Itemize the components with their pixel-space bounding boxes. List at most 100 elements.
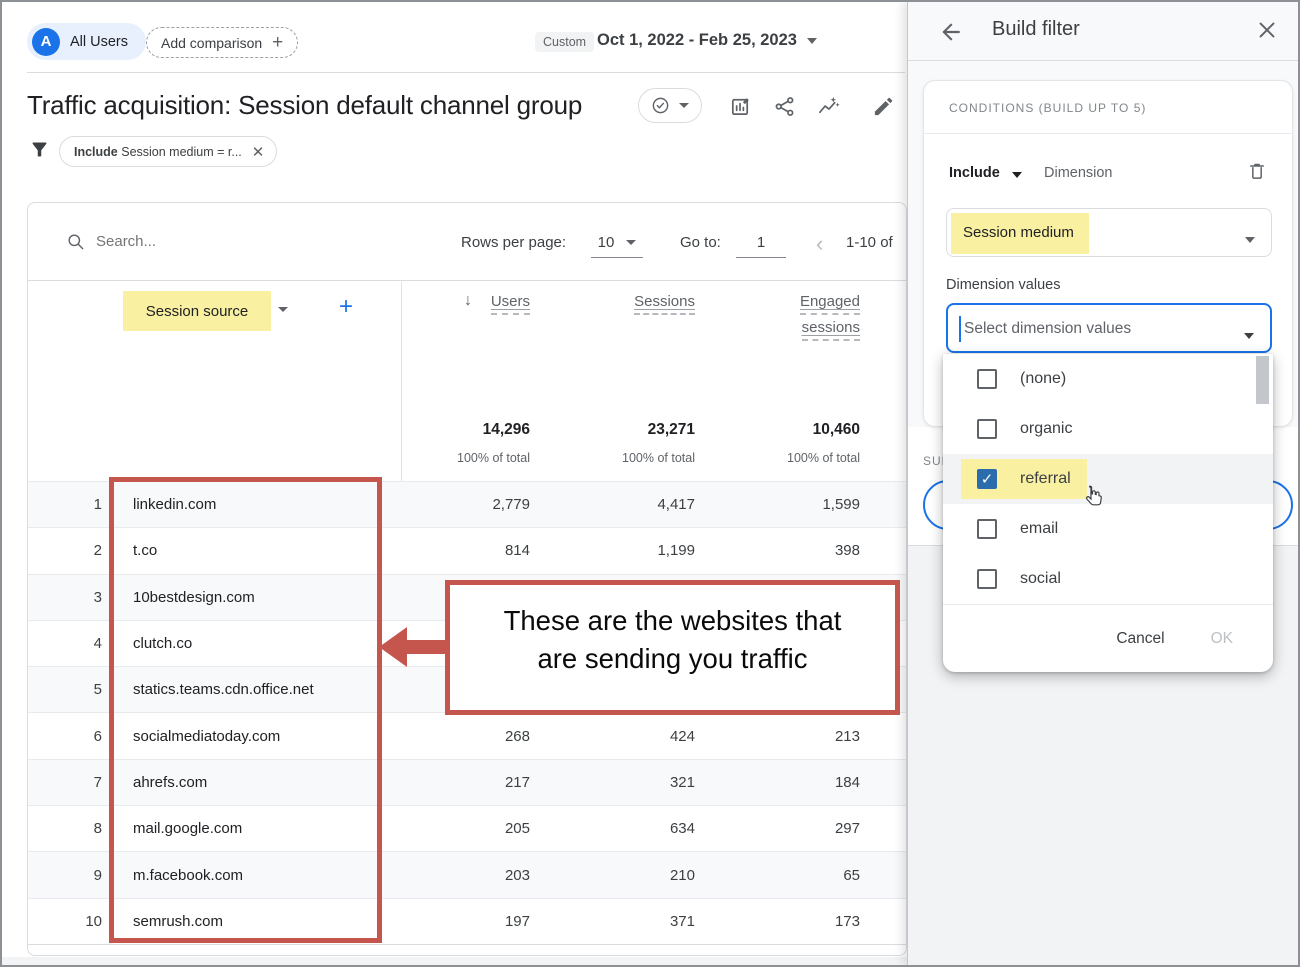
date-range-label: Oct 1, 2022 - Feb 25, 2023 [597,31,797,50]
option-row-social[interactable]: social [943,554,1273,604]
option-row-none[interactable]: (none) [943,354,1273,404]
sessions-cell: 4,417 [530,496,695,513]
conditions-header: CONDITIONS (BUILD UP TO 5) [949,101,1146,115]
ok-button[interactable]: OK [1211,630,1233,648]
cancel-button[interactable]: Cancel [1116,630,1164,648]
annotation-arrow [405,640,447,654]
column-caret-icon[interactable] [278,307,288,312]
prev-page-icon[interactable]: ‹ [816,231,823,257]
app-window: A All Users Add comparison + Custom Oct … [0,0,1300,967]
text-cursor [959,316,961,342]
delete-condition-button[interactable] [1247,161,1267,186]
caret-down-icon [1245,237,1255,243]
option-row-organic[interactable]: organic [943,404,1273,454]
option-checkbox[interactable] [977,469,997,489]
option-checkbox[interactable] [977,569,997,589]
row-number: 5 [28,681,110,698]
table-row[interactable]: 10semrush.com197371173 [28,898,907,944]
page-background [2,957,907,965]
option-label: (none) [1020,370,1066,388]
option-row-email[interactable]: email [943,504,1273,554]
dimension-select[interactable]: Session medium [946,208,1272,257]
dimension-label: Dimension [1044,165,1113,181]
table-row[interactable]: 8mail.google.com205634297 [28,805,907,851]
row-number: 8 [28,820,110,837]
pencil-icon [872,95,895,118]
column-header-word: sessions [802,319,860,341]
dropdown-options: (none) organic referral email social [943,354,1273,604]
close-button[interactable] [1256,19,1278,46]
check-circle-icon [651,96,670,115]
dimension-values-input[interactable]: Select dimension values [946,303,1272,353]
sessions-cell: 424 [530,728,695,745]
include-select[interactable]: Include [949,165,1000,181]
filter-chip-close-icon[interactable]: ✕ [252,143,265,161]
rows-per-page-label: Rows per page: [461,234,566,251]
date-range-picker[interactable]: Oct 1, 2022 - Feb 25, 2023 [597,31,817,50]
users-cell: 814 [401,542,530,559]
rows-per-page-select[interactable]: 10 [591,234,643,258]
row-number: 9 [28,867,110,884]
table-row[interactable]: 7ahrefs.com217321184 [28,759,907,805]
option-checkbox[interactable] [977,419,997,439]
share-icon-button[interactable] [771,93,797,119]
add-comparison-label: Add comparison [161,35,262,51]
edit-icon-button[interactable] [870,93,896,119]
users-cell: 268 [401,728,530,745]
scrollbar-thumb[interactable] [1256,356,1269,404]
add-comparison-button[interactable]: Add comparison + [146,27,298,58]
table-row[interactable]: 6socialmediatoday.com268424213 [28,712,907,758]
option-label: social [1020,570,1061,588]
annotation-arrow-head [379,627,407,667]
session-source-cell: 10bestdesign.com [110,589,401,606]
column-header-engaged-sessions[interactable]: Engaged sessions [660,293,860,345]
filter-panel: Build filter CONDITIONS (BUILD UP TO 5) … [907,2,1300,965]
engaged-sessions-cell: 1,599 [695,496,860,513]
session-source-cell: m.facebook.com [110,867,401,884]
engaged-sessions-cell: 213 [695,728,860,745]
customize-report-icon-button[interactable] [727,93,753,119]
back-button[interactable] [938,19,964,50]
table-row[interactable]: 1linkedin.com2,7794,4171,599 [28,481,907,527]
caret-down-icon [626,240,636,245]
page-title: Traffic acquisition: Session default cha… [27,90,582,121]
avatar: A [32,28,60,56]
filter-chip-label: Include Session medium = r... [74,145,242,159]
column-header-word: Engaged [800,293,860,315]
engaged-sessions-cell: 173 [695,913,860,930]
session-source-cell: statics.teams.cdn.office.net [110,681,401,698]
sessions-cell: 210 [530,867,695,884]
table-toolbar: Search... Rows per page: 10 Go to: 1 ‹ 1… [28,203,906,281]
sessions-cell: 371 [530,913,695,930]
option-checkbox[interactable] [977,369,997,389]
sessions-cell: 321 [530,774,695,791]
session-source-cell: ahrefs.com [110,774,401,791]
column-header-session-source[interactable]: Session source [123,291,271,331]
audience-chip[interactable]: A All Users [27,23,146,60]
session-source-cell: linkedin.com [110,496,401,513]
caret-down-icon [1244,333,1254,339]
row-number: 10 [28,913,110,930]
annotation-callout: These are the websites that are sending … [445,580,900,715]
option-inner: email [961,509,1074,549]
data-quality-pill[interactable] [638,88,702,123]
option-row-referral[interactable]: referral [943,454,1273,504]
insights-icon-button[interactable] [815,93,841,119]
hand-cursor-icon [1081,484,1107,510]
filter-chip[interactable]: Include Session medium = r... ✕ [59,136,277,167]
option-label: referral [1020,470,1071,488]
option-checkbox[interactable] [977,519,997,539]
table-row[interactable]: 2t.co8141,199398 [28,527,907,573]
dimension-values-label: Dimension values [946,277,1060,293]
panel-title: Build filter [992,18,1080,41]
table-row[interactable]: 9m.facebook.com20321065 [28,851,907,897]
users-cell: 203 [401,867,530,884]
filter-funnel-icon [29,139,50,165]
goto-input[interactable]: 1 [736,234,786,258]
caret-down-icon [807,38,817,44]
session-source-cell: clutch.co [110,635,401,652]
search-input[interactable]: Search... [96,233,156,250]
search-icon [66,232,85,251]
option-inner: organic [961,409,1088,449]
session-source-cell: socialmediatoday.com [110,728,401,745]
